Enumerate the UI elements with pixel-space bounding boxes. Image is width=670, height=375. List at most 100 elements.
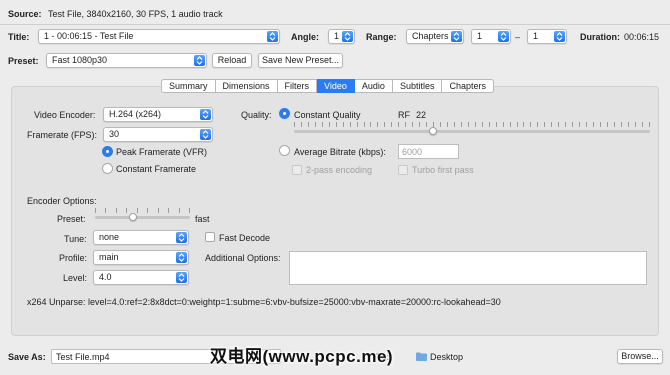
slider-tick <box>188 208 190 213</box>
average-bitrate-radio[interactable] <box>279 145 290 156</box>
slider-tick <box>412 122 414 127</box>
encoder-options-heading: Encoder Options: <box>27 196 97 206</box>
constant-framerate-radio[interactable] <box>102 163 113 174</box>
tab-audio[interactable]: Audio <box>354 79 393 93</box>
chevron-updown-icon <box>200 109 211 120</box>
range-label: Range: <box>366 32 397 42</box>
range-end-select[interactable]: 1 <box>527 29 567 44</box>
chevron-updown-icon <box>176 232 187 243</box>
slider-tick <box>579 122 581 127</box>
video-encoder-select[interactable]: H.264 (x264) <box>103 107 213 122</box>
slider-tick <box>599 122 601 127</box>
destination-folder: Desktop <box>430 352 464 362</box>
quality-label: Quality: <box>241 110 272 120</box>
slider-tick <box>126 208 128 213</box>
source-label: Source: <box>8 9 42 19</box>
slider-tick <box>565 122 567 127</box>
browse-button[interactable]: Browse... <box>617 349 663 364</box>
additional-options-input[interactable] <box>289 251 647 285</box>
quality-slider-knob[interactable] <box>428 127 437 135</box>
average-bitrate-label: Average Bitrate (kbps): <box>294 147 386 157</box>
slider-tick <box>419 122 421 127</box>
preset-speed-slider-knob[interactable] <box>129 213 137 221</box>
average-bitrate-input[interactable]: 6000 <box>398 144 459 159</box>
source-value: Test File, 3840x2160, 30 FPS, 1 audio tr… <box>48 9 223 19</box>
slider-tick <box>467 122 469 127</box>
slider-tick <box>460 122 462 127</box>
range-dash: – <box>515 32 521 42</box>
chevron-updown-icon <box>267 31 278 42</box>
preset-speed-value: fast <box>195 214 210 224</box>
tab-chapters[interactable]: Chapters <box>442 79 494 93</box>
quality-slider[interactable] <box>294 130 650 133</box>
tab-dimensions[interactable]: Dimensions <box>215 79 278 93</box>
slider-tick <box>294 122 295 127</box>
additional-options-label: Additional Options: <box>205 253 281 263</box>
chevron-updown-icon <box>451 31 462 42</box>
tune-label: Tune: <box>64 234 87 244</box>
tab-filters[interactable]: Filters <box>277 79 318 93</box>
slider-tick <box>105 208 107 213</box>
slider-tick <box>95 208 96 213</box>
slider-tick <box>391 122 393 127</box>
slider-tick <box>544 122 546 127</box>
preset-select[interactable]: Fast 1080p30 <box>46 53 207 68</box>
save-new-preset-button[interactable]: Save New Preset... <box>258 53 343 68</box>
folder-icon <box>416 352 427 361</box>
peak-framerate-radio[interactable] <box>102 146 113 157</box>
slider-tick <box>613 122 615 127</box>
title-select[interactable]: 1 - 00:06:15 - Test File <box>38 29 280 44</box>
two-pass-checkbox[interactable] <box>292 165 302 175</box>
x264-unparse-text: x264 Unparse: level=4.0:ref=2:8x8dct=0:w… <box>27 297 501 307</box>
duration-value: 00:06:15 <box>624 32 660 42</box>
slider-tick <box>641 122 643 127</box>
angle-label: Angle: <box>291 32 319 42</box>
slider-tick <box>481 122 483 127</box>
slider-tick <box>488 122 490 127</box>
preset-label: Preset: <box>8 56 39 66</box>
tab-subtitles[interactable]: Subtitles <box>392 79 443 93</box>
slider-tick <box>558 122 560 127</box>
slider-tick <box>314 122 316 127</box>
constant-quality-radio[interactable] <box>279 108 290 119</box>
fast-decode-checkbox[interactable] <box>205 232 215 242</box>
slider-tick <box>136 208 138 213</box>
slider-tick <box>370 122 372 127</box>
slider-tick <box>592 122 594 127</box>
slider-tick <box>377 122 379 127</box>
slider-tick <box>157 208 159 213</box>
tab-video[interactable]: Video <box>317 79 355 93</box>
angle-select[interactable]: 1 <box>328 29 355 44</box>
slider-tick <box>634 122 636 127</box>
tab-bar: Summary Dimensions Filters Video Audio S… <box>161 79 494 93</box>
divider <box>0 24 670 25</box>
level-select[interactable]: 4.0 <box>93 270 189 285</box>
slider-tick <box>300 122 302 127</box>
chevron-updown-icon <box>194 55 205 66</box>
tab-summary[interactable]: Summary <box>161 79 216 93</box>
profile-select[interactable]: main <box>93 250 189 265</box>
slider-tick <box>356 122 358 127</box>
range-type-select[interactable]: Chapters <box>406 29 464 44</box>
slider-tick <box>363 122 365 127</box>
turbo-first-pass-checkbox[interactable] <box>398 165 408 175</box>
slider-tick <box>509 122 511 127</box>
video-encoder-label: Video Encoder: <box>34 110 96 120</box>
tune-select[interactable]: none <box>93 230 189 245</box>
peak-framerate-label: Peak Framerate (VFR) <box>116 147 208 157</box>
slider-tick <box>474 122 476 127</box>
rf-label: RF <box>398 110 410 120</box>
preset-speed-slider[interactable] <box>95 216 190 219</box>
reload-button[interactable]: Reload <box>212 53 252 68</box>
framerate-select[interactable]: 30 <box>103 127 213 142</box>
slider-tick <box>384 122 386 127</box>
range-start-select[interactable]: 1 <box>471 29 511 44</box>
duration-label: Duration: <box>580 32 620 42</box>
chevron-updown-icon <box>342 31 353 42</box>
slider-tick <box>627 122 629 127</box>
slider-tick <box>453 122 455 127</box>
slider-tick <box>523 122 525 127</box>
chevron-updown-icon <box>498 31 509 42</box>
slider-tick <box>572 122 574 127</box>
chevron-updown-icon <box>200 129 211 140</box>
